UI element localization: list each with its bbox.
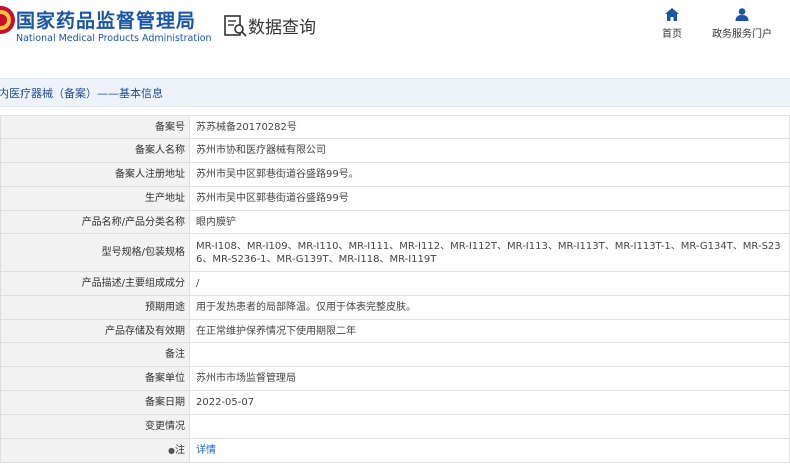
product-name: 眼内膜铲 (189, 210, 790, 234)
model-specifications: MR-I108、MR-I109、MR-I110、MR-I111、MR-I112、… (189, 233, 790, 272)
filer-name: 苏州市协和医疗器械有限公司 (189, 138, 790, 163)
field-label: 产品存储及有效期 (0, 319, 190, 343)
table-row: 变更情况 (0, 414, 790, 439)
table-row: 备注 (0, 342, 790, 367)
section-title: 数据查询 (248, 18, 316, 38)
intended-use: 用于发热患者的局部降温。仅用于体表完整皮肤。 (189, 295, 790, 320)
details-link[interactable]: 详情 (196, 445, 216, 456)
remarks (189, 342, 790, 367)
table-row: 备案人注册地址 苏州市吴中区郭巷街道谷盛路99号。 (0, 162, 790, 187)
table-row: 备案日期 2022-05-07 (0, 390, 790, 415)
home-icon (665, 8, 679, 21)
filing-date: 2022-05-07 (189, 390, 790, 415)
field-label: 变更情况 (0, 414, 190, 439)
table-row: 备案人名称 苏州市协和医疗器械有限公司 (0, 138, 790, 163)
agency-name-cn[interactable]: 国家药品监督管理局 (16, 6, 196, 33)
record-table: 备案号 苏苏械备20170282号 备案人名称 苏州市协和医疗器械有限公司 备案… (0, 115, 790, 463)
table-row: 产品存储及有效期 在正常维护保养情况下使用期限二年 (0, 319, 790, 343)
site-header: 国家药品监督管理局 National Medical Products Admi… (0, 0, 790, 64)
table-row: 产品名称/产品分类名称 眼内膜铲 (0, 210, 790, 234)
table-row: 备案号 苏苏械备20170282号 (0, 115, 790, 139)
table-row: 产品描述/主要组成成分 / (0, 271, 790, 296)
user-icon (735, 8, 749, 21)
nav-service-portal[interactable]: 政务服务门户 (704, 8, 780, 40)
table-row: 备案单位 苏州市市场监督管理局 (0, 366, 790, 391)
breadcrumb: 内医疗器械（备案）——基本信息 (0, 78, 790, 107)
product-description: / (189, 271, 790, 296)
change-history (189, 414, 790, 439)
registered-address: 苏州市吴中区郭巷街道谷盛路99号。 (189, 162, 790, 187)
field-label: 备案人名称 (0, 138, 190, 163)
field-label: 备案日期 (0, 390, 190, 415)
emblem-logo (0, 6, 15, 34)
field-label: 型号规格/包装规格 (0, 233, 190, 272)
filing-number: 苏苏械备20170282号 (189, 115, 790, 139)
nav-home-label: 首页 (662, 29, 682, 40)
note-marker: ● (168, 446, 175, 455)
field-label: 备案号 (0, 115, 190, 139)
table-row: ●注 详情 (0, 438, 790, 463)
table-row: 生产地址 苏州市吴中区郭巷街道谷盛路99号 (0, 186, 790, 211)
field-label: 备注 (0, 342, 190, 367)
field-label: 产品描述/主要组成成分 (0, 271, 190, 296)
note-label: ●注 (0, 438, 190, 463)
nav-home[interactable]: 首页 (658, 8, 686, 40)
table-row: 型号规格/包装规格 MR-I108、MR-I109、MR-I110、MR-I11… (0, 233, 790, 272)
field-label: 备案人注册地址 (0, 162, 190, 187)
breadcrumb-text: 内医疗器械（备案）——基本信息 (0, 87, 163, 100)
storage-validity: 在正常维护保养情况下使用期限二年 (189, 319, 790, 343)
agency-name-en: National Medical Products Administration (16, 33, 212, 44)
data-query-icon (224, 15, 247, 37)
field-label: 生产地址 (0, 186, 190, 211)
table-row: 预期用途 用于发热患者的局部降温。仅用于体表完整皮肤。 (0, 295, 790, 320)
field-label: 预期用途 (0, 295, 190, 320)
field-label: 产品名称/产品分类名称 (0, 210, 190, 234)
nav-service-label: 政务服务门户 (712, 29, 772, 40)
filing-authority: 苏州市市场监督管理局 (189, 366, 790, 391)
note-value: 详情 (189, 438, 790, 463)
production-address: 苏州市吴中区郭巷街道谷盛路99号 (189, 186, 790, 211)
field-label: 注 (175, 445, 185, 456)
field-label: 备案单位 (0, 366, 190, 391)
